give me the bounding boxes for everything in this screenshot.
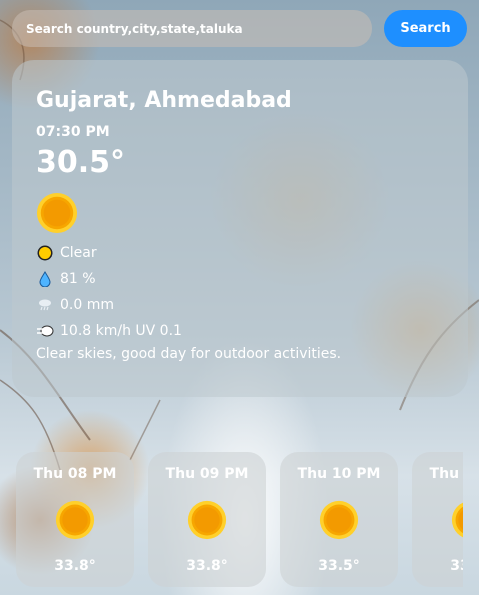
sun-icon bbox=[55, 500, 95, 540]
forecast-temp: 33.8° bbox=[54, 558, 96, 574]
wind-uv-value: 10.8 km/h UV 0.1 bbox=[60, 323, 182, 339]
humidity-value: 81 % bbox=[60, 271, 96, 287]
wind-icon bbox=[36, 324, 54, 338]
forecast-card[interactable]: Thu 11 PM 33.3° bbox=[412, 452, 463, 587]
current-temperature: 30.5° bbox=[36, 145, 126, 180]
forecast-temp: 33.8° bbox=[186, 558, 228, 574]
precipitation-row: 0.0 mm bbox=[36, 294, 444, 316]
condition-row: Clear bbox=[36, 242, 444, 264]
humidity-row: 81 % bbox=[36, 268, 444, 290]
forecast-temp: 33.5° bbox=[318, 558, 360, 574]
location-title: Gujarat, Ahmedabad bbox=[36, 88, 292, 113]
current-weather-card: Gujarat, Ahmedabad 07:30 PM 30.5° Clear … bbox=[12, 60, 468, 397]
forecast-temp: 33.3° bbox=[450, 558, 463, 574]
forecast-card[interactable]: Thu 09 PM 33.8° bbox=[148, 452, 266, 587]
sun-icon bbox=[451, 502, 463, 538]
rain-cloud-icon bbox=[36, 298, 54, 312]
weather-summary: Clear skies, good day for outdoor activi… bbox=[36, 346, 342, 362]
precipitation-value: 0.0 mm bbox=[60, 297, 114, 313]
forecast-time: Thu 10 PM bbox=[297, 466, 381, 482]
forecast-time: Thu 11 PM bbox=[429, 466, 463, 482]
wind-row: 10.8 km/h UV 0.1 bbox=[36, 320, 444, 342]
sun-icon bbox=[36, 192, 78, 234]
forecast-time: Thu 08 PM bbox=[33, 466, 117, 482]
sun-small-icon bbox=[36, 245, 54, 261]
forecast-time: Thu 09 PM bbox=[165, 466, 249, 482]
droplet-icon bbox=[36, 271, 54, 287]
sun-icon bbox=[187, 500, 227, 540]
current-time: 07:30 PM bbox=[36, 124, 110, 140]
search-input[interactable] bbox=[24, 20, 360, 37]
condition-text: Clear bbox=[60, 245, 97, 261]
hourly-forecast[interactable]: Thu 08 PM 33.8° Thu 09 PM 33.8° Thu 10 P… bbox=[16, 452, 463, 587]
search-bar bbox=[12, 10, 372, 47]
sun-icon bbox=[319, 500, 359, 540]
search-button[interactable]: Search bbox=[384, 10, 467, 47]
forecast-card[interactable]: Thu 08 PM 33.8° bbox=[16, 452, 134, 587]
forecast-card[interactable]: Thu 10 PM 33.5° bbox=[280, 452, 398, 587]
